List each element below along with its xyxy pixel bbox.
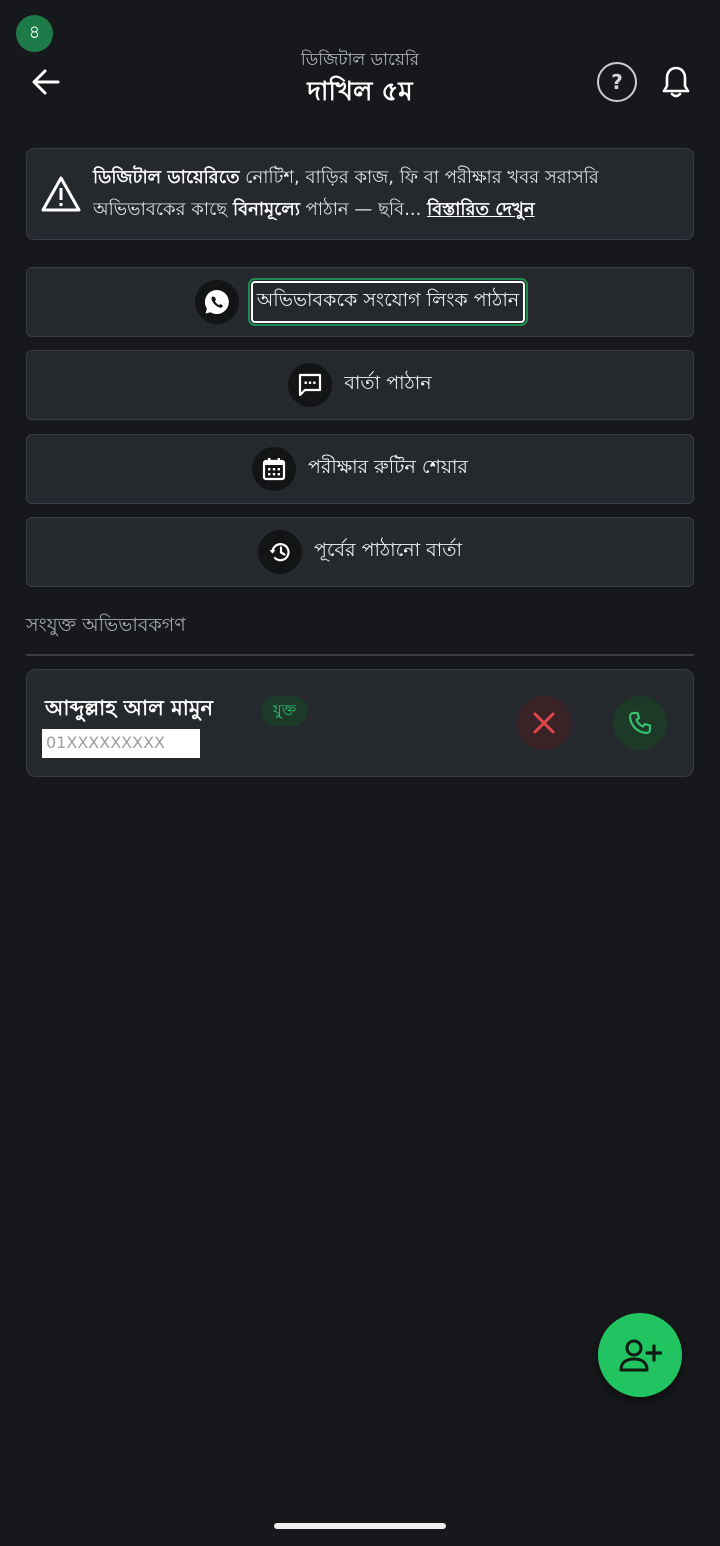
add-person-icon	[619, 1339, 662, 1372]
connected-status-badge: যুক্ত	[261, 696, 309, 726]
action-label: পূর্বের পাঠানো বার্তা	[313, 539, 463, 561]
message-history-button[interactable]: পূর্বের পাঠানো বার্তা	[26, 517, 694, 587]
action-label: বার্তা পাঠান	[344, 372, 432, 394]
action-label: অভিভাবককে সংযোগ লিংক পাঠান	[247, 278, 529, 326]
see-details-link[interactable]: বিস্তারিত দেখুন	[427, 199, 534, 220]
warning-icon	[41, 176, 81, 212]
home-indicator[interactable]	[274, 1523, 446, 1529]
connected-guardians-heading: সংযুক্ত অভিভাবকগণ	[26, 614, 186, 636]
phone-icon	[628, 711, 652, 735]
header: ডিজিটাল ডায়েরি দাখিল ৫ম	[160, 48, 560, 110]
guardian-name: আব্দুল্লাহ আল মামুন	[45, 696, 214, 720]
notice-bold-free: বিনামূল্যে	[232, 199, 300, 220]
send-connect-link-button[interactable]: অভিভাবককে সংযোগ লিংক পাঠান	[26, 267, 694, 337]
header-subtitle: ডিজিটাল ডায়েরি	[300, 50, 420, 70]
notice-body-2: পাঠান — ছবি...	[299, 199, 428, 220]
question-icon: ?	[611, 70, 623, 94]
guardian-card: আব্দুল্লাহ আল মামুন যুক্ত 01XXXXXXXXX	[26, 669, 694, 777]
notification-count-badge: ৪	[16, 15, 53, 52]
back-button[interactable]	[24, 60, 68, 104]
help-button[interactable]: ?	[597, 62, 637, 102]
section-divider	[26, 654, 694, 656]
history-icon	[257, 530, 302, 574]
message-icon	[288, 363, 333, 407]
calendar-icon	[251, 447, 296, 491]
bell-icon	[662, 66, 690, 98]
notice-text: ডিজিটাল ডায়েরিতে নোটিশ, বাড়ির কাজ, ফি …	[93, 162, 679, 226]
info-notice: ডিজিটাল ডায়েরিতে নোটিশ, বাড়ির কাজ, ফি …	[26, 148, 694, 240]
remove-guardian-button[interactable]	[517, 696, 571, 750]
close-icon	[533, 712, 555, 734]
arrow-left-icon	[32, 69, 60, 95]
share-exam-routine-button[interactable]: পরীক্ষার রুটিন শেয়ার	[26, 434, 694, 504]
whatsapp-icon	[194, 280, 239, 324]
notice-bold-lead: ডিজিটাল ডায়েরিতে	[93, 167, 240, 188]
notifications-button[interactable]	[655, 60, 697, 104]
call-guardian-button[interactable]	[613, 696, 667, 750]
guardian-phone-number: 01XXXXXXXXX	[42, 729, 200, 758]
send-message-button[interactable]: বার্তা পাঠান	[26, 350, 694, 420]
page-title: দাখিল ৫ম	[307, 77, 413, 107]
add-guardian-button[interactable]	[598, 1313, 682, 1397]
action-label: পরীক্ষার রুটিন শেয়ার	[307, 456, 469, 478]
